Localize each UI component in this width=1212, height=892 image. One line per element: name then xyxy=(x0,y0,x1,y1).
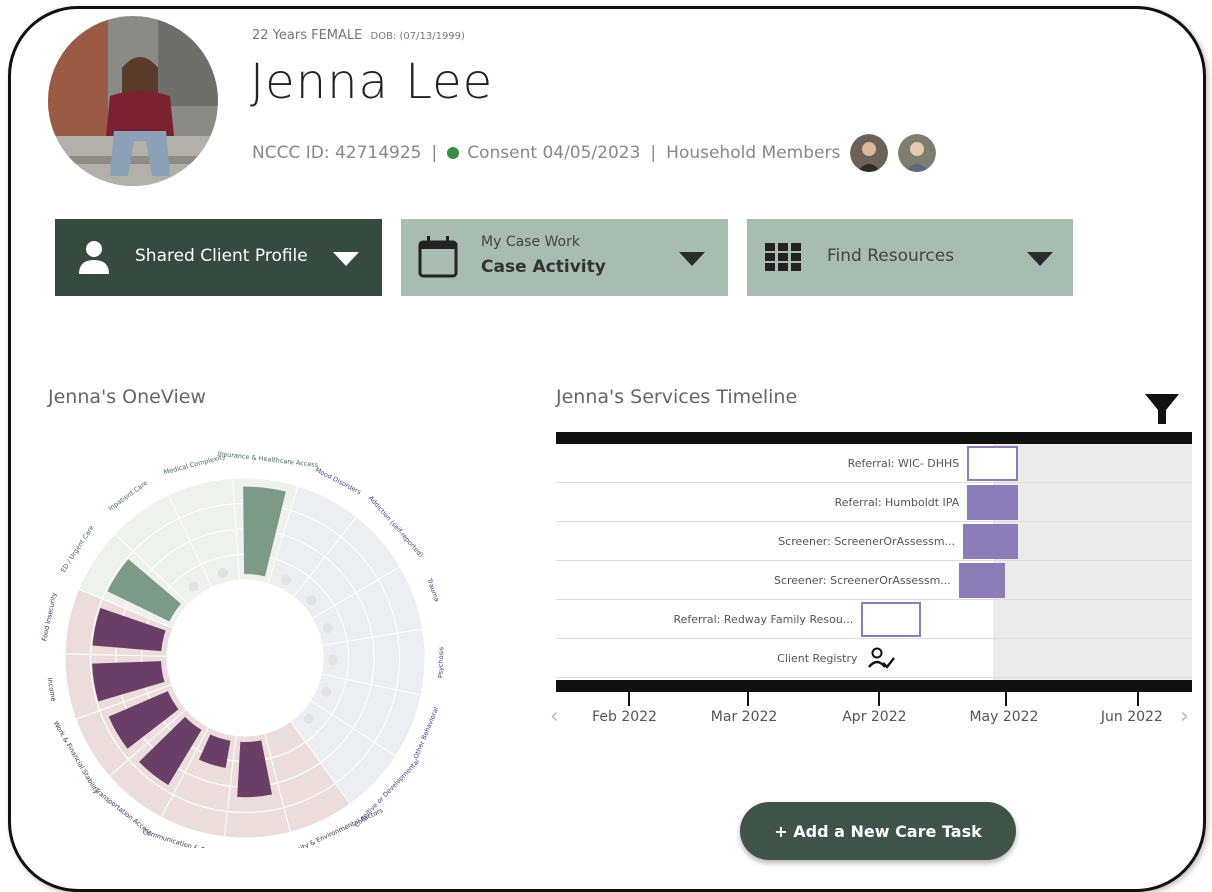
timeline-row-label: Screener: ScreenerOrAssessm... xyxy=(773,574,951,587)
timeline-row-label: Client Registry xyxy=(777,652,858,665)
grid-icon xyxy=(765,243,801,271)
timeline-bar[interactable] xyxy=(967,446,1019,481)
shared-client-profile-button[interactable]: Shared Client Profile xyxy=(55,219,382,296)
wheel-label: Medical Complexity xyxy=(163,453,227,477)
find-resources-label: Find Resources xyxy=(827,246,955,266)
timeline-tick-label: May 2022 xyxy=(969,709,1039,725)
timeline-tick xyxy=(628,692,631,706)
user-icon xyxy=(79,241,109,274)
timeline-next-button[interactable]: › xyxy=(1180,704,1189,729)
oneview-title: Jenna's OneView xyxy=(48,386,206,408)
timeline-tick-label: Apr 2022 xyxy=(842,709,907,725)
find-resources-button[interactable]: Find Resources xyxy=(747,219,1073,296)
case-work-label: Case Activity xyxy=(481,257,606,277)
timeline-bar[interactable] xyxy=(963,524,1019,559)
timeline-bar[interactable] xyxy=(861,602,921,637)
oneview-wheel: Insurance & Healthcare AccessMood Disord… xyxy=(40,450,446,848)
calendar-icon xyxy=(418,236,458,278)
chevron-down-icon xyxy=(679,252,705,266)
timeline-tick-label: Mar 2022 xyxy=(710,709,778,725)
shared-client-profile-label: Shared Client Profile xyxy=(135,246,308,266)
timeline-row-divider xyxy=(556,638,1192,639)
timeline-row-divider xyxy=(556,560,1192,561)
household-member-avatar[interactable] xyxy=(898,134,937,172)
filter-icon[interactable] xyxy=(1144,392,1180,428)
case-work-button[interactable]: My Case Work Case Activity xyxy=(401,219,728,296)
wheel-label: Insurance & Healthcare Access xyxy=(217,450,319,470)
age-gender: 22 Years FEMALE xyxy=(252,28,363,43)
timeline-row-divider xyxy=(556,599,1192,600)
wheel-label: Inpatient Care xyxy=(107,479,149,513)
client-avatar xyxy=(48,16,218,186)
timeline-tick xyxy=(746,692,749,706)
consent-date: Consent 04/05/2023 xyxy=(467,143,641,163)
timeline-bottom-rule xyxy=(556,680,1192,692)
wheel-label: Mood Disorders xyxy=(314,466,363,497)
nccc-id: NCCC ID: 42714925 xyxy=(252,143,422,163)
wheel-label: Food Insecurity xyxy=(40,592,58,642)
separator: | xyxy=(431,143,438,163)
timeline-row-divider xyxy=(556,521,1192,522)
timeline-bar[interactable] xyxy=(967,485,1019,520)
timeline-title: Jenna's Services Timeline xyxy=(556,386,798,408)
timeline-tick-label: Jun 2022 xyxy=(1100,709,1163,725)
timeline-top-rule xyxy=(556,432,1192,444)
household-label: Household Members xyxy=(666,143,841,163)
household-member-avatar[interactable] xyxy=(850,134,889,172)
wheel-label: Household & Family Structure xyxy=(210,846,307,848)
timeline-row-label: Referral: WIC- DHHS xyxy=(847,457,960,470)
case-work-sublabel: My Case Work xyxy=(481,234,580,250)
wheel-label: Income xyxy=(46,677,58,702)
wheel-empty-marker xyxy=(303,713,314,724)
wheel-empty-marker xyxy=(217,567,228,578)
timeline-row-label: Referral: Redway Family Resou... xyxy=(673,613,854,626)
add-care-task-button[interactable]: + Add a New Care Task xyxy=(740,802,1016,860)
timeline-tick xyxy=(1136,692,1139,706)
registry-check-icon xyxy=(867,647,896,675)
dob: DOB: (07/13/1999) xyxy=(370,31,465,42)
chevron-down-icon xyxy=(333,252,359,266)
timeline-tick xyxy=(878,692,881,706)
timeline-row-divider xyxy=(556,677,1192,678)
wheel-label: Psychosis xyxy=(437,646,446,678)
wheel-empty-marker xyxy=(321,686,332,697)
wheel-label: Trauma xyxy=(425,576,441,602)
wheel-empty-marker xyxy=(277,732,288,743)
chevron-down-icon xyxy=(1027,252,1053,266)
timeline-bar[interactable] xyxy=(958,563,1006,598)
services-timeline: Referral: WIC- DHHS Referral: Humboldt IP… xyxy=(550,432,1192,752)
wheel-empty-marker xyxy=(322,623,333,634)
wheel-empty-marker xyxy=(188,581,199,592)
timeline-row-label: Screener: ScreenerOrAssessm... xyxy=(778,535,956,548)
timeline-row-divider xyxy=(556,482,1192,483)
wheel-empty-marker xyxy=(306,595,317,606)
timeline-tick xyxy=(1005,692,1008,706)
wheel-empty-marker xyxy=(280,575,291,586)
timeline-tick-label: Feb 2022 xyxy=(592,709,657,725)
consent-status-dot xyxy=(447,147,460,159)
timeline-row-label: Referral: Humboldt IPA xyxy=(834,496,960,509)
client-name: Jenna Lee xyxy=(250,54,494,110)
wheel-empty-marker xyxy=(327,654,338,665)
timeline-prev-button[interactable]: ‹ xyxy=(550,704,559,729)
demographics: 22 Years FEMALE DOB: (07/13/1999) xyxy=(252,28,465,43)
separator: | xyxy=(650,143,657,163)
client-meta: NCCC ID: 42714925 | Consent 04/05/2023 |… xyxy=(252,134,937,172)
